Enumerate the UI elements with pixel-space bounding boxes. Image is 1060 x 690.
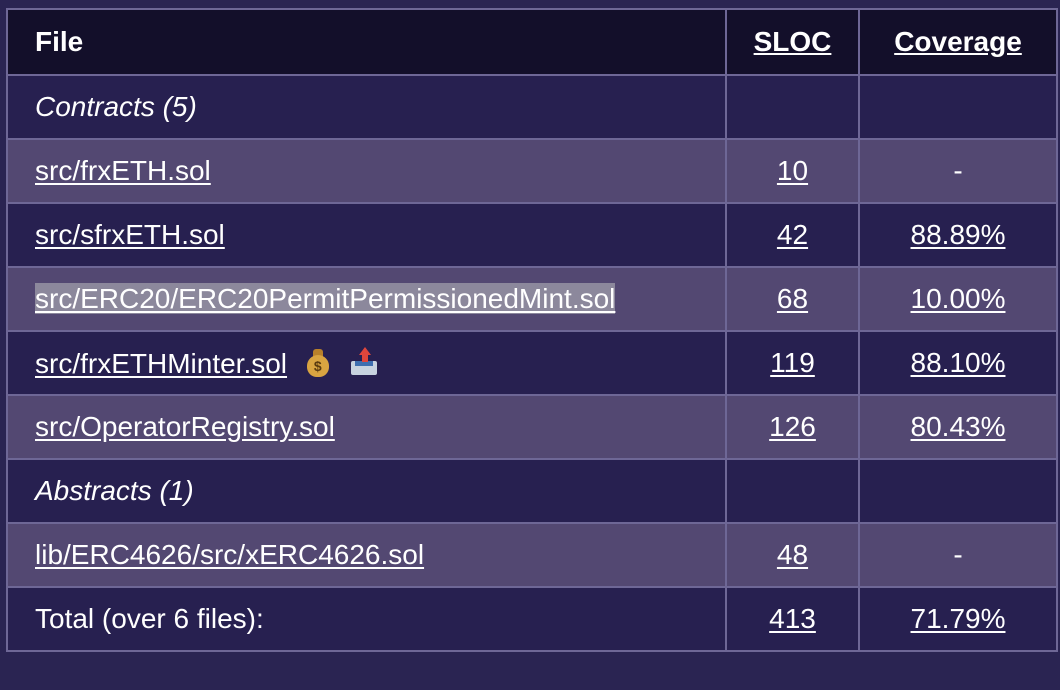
total-label: Total (over 6 files): — [6, 586, 727, 652]
group-label-contracts: Contracts (5) — [6, 74, 727, 140]
sloc-cell: 68 — [725, 266, 860, 332]
coverage-cell: 88.89% — [858, 202, 1058, 268]
sloc-cell: 48 — [725, 522, 860, 588]
coverage-cell: - — [858, 522, 1058, 588]
sloc-cell: 42 — [725, 202, 860, 268]
scope-table-container: File SLOC Coverage Contracts (5) src/frx… — [0, 0, 1060, 690]
sloc-cell: 119 — [725, 330, 860, 396]
total-sloc-link[interactable]: 413 — [769, 603, 816, 634]
file-cell: src/ERC20/ERC20PermitPermissionedMint.so… — [6, 266, 727, 332]
coverage-header-link[interactable]: Coverage — [894, 26, 1022, 57]
file-cell: lib/ERC4626/src/xERC4626.sol — [6, 522, 727, 588]
sloc-cell: 10 — [725, 138, 860, 204]
group-empty-cell — [725, 74, 860, 140]
coverage-link[interactable]: 88.10% — [911, 347, 1006, 378]
sloc-link[interactable]: 42 — [777, 219, 808, 250]
table-row: src/OperatorRegistry.sol 126 80.43% — [6, 394, 1058, 460]
sloc-header-link[interactable]: SLOC — [754, 26, 832, 57]
group-label-abstracts: Abstracts (1) — [6, 458, 727, 524]
table-row: lib/ERC4626/src/xERC4626.sol 48 - — [6, 522, 1058, 588]
file-link[interactable]: src/sfrxETH.sol — [35, 219, 225, 250]
file-cell: src/OperatorRegistry.sol — [6, 394, 727, 460]
group-row-contracts: Contracts (5) — [6, 74, 1058, 140]
table-row: src/sfrxETH.sol 42 88.89% — [6, 202, 1058, 268]
table-row: src/frxETH.sol 10 - — [6, 138, 1058, 204]
total-coverage-cell: 71.79% — [858, 586, 1058, 652]
total-row: Total (over 6 files): 413 71.79% — [6, 586, 1058, 652]
group-empty-cell — [858, 74, 1058, 140]
money-bag-icon: $ — [303, 347, 333, 377]
file-link[interactable]: src/OperatorRegistry.sol — [35, 411, 335, 442]
sloc-link[interactable]: 68 — [777, 283, 808, 314]
sloc-cell: 126 — [725, 394, 860, 460]
file-link-selected[interactable]: src/ERC20/ERC20PermitPermissionedMint.so… — [35, 283, 616, 314]
file-cell: src/frxETHMinter.sol $ — [6, 330, 727, 396]
coverage-link[interactable]: 88.89% — [911, 219, 1006, 250]
coverage-link[interactable]: 10.00% — [911, 283, 1006, 314]
sloc-link[interactable]: 126 — [769, 411, 816, 442]
file-cell: src/frxETH.sol — [6, 138, 727, 204]
table-row: src/frxETHMinter.sol $ 119 88.10% — [6, 330, 1058, 396]
outbox-tray-icon — [349, 346, 379, 377]
sloc-column-header[interactable]: SLOC — [725, 8, 860, 76]
sloc-link[interactable]: 48 — [777, 539, 808, 570]
coverage-cell: 80.43% — [858, 394, 1058, 460]
sloc-link[interactable]: 119 — [770, 347, 815, 378]
scope-table: File SLOC Coverage Contracts (5) src/frx… — [6, 8, 1058, 652]
group-empty-cell — [858, 458, 1058, 524]
file-link[interactable]: lib/ERC4626/src/xERC4626.sol — [35, 539, 424, 570]
coverage-cell: - — [858, 138, 1058, 204]
coverage-link[interactable]: 80.43% — [911, 411, 1006, 442]
sloc-link[interactable]: 10 — [777, 155, 808, 186]
table-row: src/ERC20/ERC20PermitPermissionedMint.so… — [6, 266, 1058, 332]
total-sloc-cell: 413 — [725, 586, 860, 652]
file-column-header: File — [6, 8, 727, 76]
total-coverage-link[interactable]: 71.79% — [911, 603, 1006, 634]
file-link[interactable]: src/frxETHMinter.sol — [35, 348, 287, 379]
group-row-abstracts: Abstracts (1) — [6, 458, 1058, 524]
file-link[interactable]: src/frxETH.sol — [35, 155, 211, 186]
coverage-cell: 10.00% — [858, 266, 1058, 332]
coverage-cell: 88.10% — [858, 330, 1058, 396]
coverage-column-header[interactable]: Coverage — [858, 8, 1058, 76]
group-empty-cell — [725, 458, 860, 524]
table-header-row: File SLOC Coverage — [6, 8, 1058, 76]
file-cell: src/sfrxETH.sol — [6, 202, 727, 268]
